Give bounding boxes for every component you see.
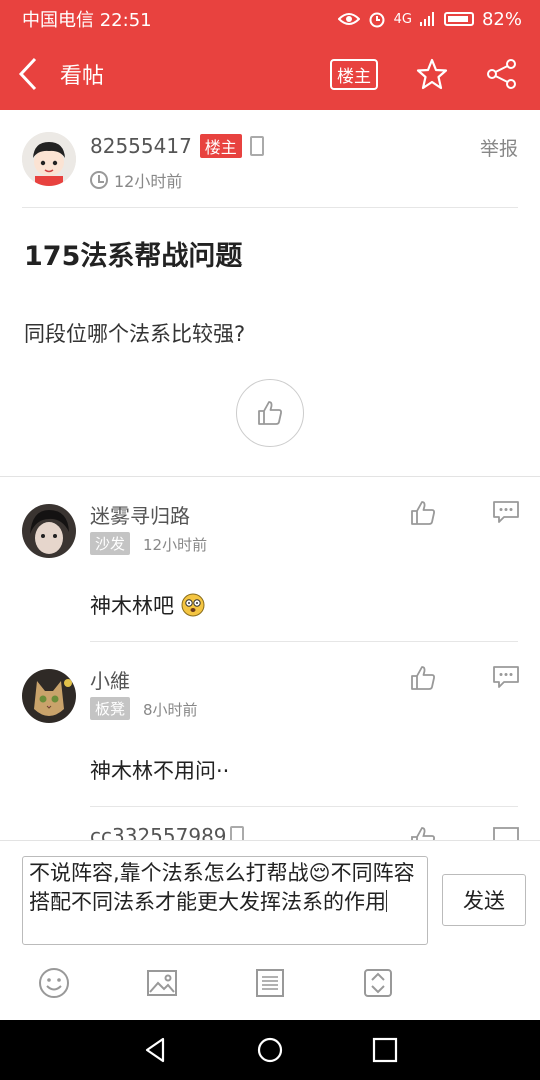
share-button[interactable]: [482, 54, 522, 94]
reply-like-button[interactable]: [410, 665, 436, 695]
author-avatar[interactable]: [22, 132, 76, 186]
post-time: 12小时前: [114, 172, 183, 191]
status-bar: 中国电信 22:51 4G 82%: [0, 0, 540, 38]
app-bar: 看帖 楼主: [0, 38, 540, 110]
clock-icon: [90, 171, 108, 189]
reply-avatar[interactable]: [22, 669, 76, 723]
emoji-icon[interactable]: [38, 967, 70, 999]
chevron-left-icon: [18, 57, 37, 91]
comment-icon: [493, 501, 519, 523]
post-title: 175法系帮战问题: [24, 241, 243, 272]
divider: [90, 641, 518, 642]
report-link[interactable]: 举报: [480, 134, 518, 161]
reply-item-partial: cc332557989: [0, 820, 540, 840]
list-icon[interactable]: [254, 967, 286, 999]
divider: [90, 806, 518, 807]
comment-icon: [493, 827, 519, 840]
signal-icon: [419, 12, 434, 26]
favorite-button[interactable]: [412, 54, 452, 94]
battery-icon: [443, 12, 474, 26]
nav-back-icon[interactable]: [141, 1036, 169, 1064]
battery-percent: 82%: [481, 8, 522, 30]
nav-recents-icon[interactable]: [371, 1036, 399, 1064]
page-title: 看帖: [60, 64, 105, 89]
eye-icon: [337, 13, 360, 25]
thumb-up-icon: [258, 401, 282, 425]
post-like-button[interactable]: [236, 379, 304, 447]
nav-home-icon[interactable]: [256, 1036, 284, 1064]
floor-badge: 板凳: [90, 697, 131, 720]
thumb-up-icon: [411, 501, 435, 525]
expand-icon[interactable]: [362, 967, 394, 999]
reply-like-button[interactable]: [410, 500, 436, 530]
reply-composer: 不说阵容,靠个法系怎么打帮战😌不同阵容搭配不同法系才能更大发挥法系的作用 发送: [0, 840, 540, 1020]
network-type: 4G: [393, 11, 412, 27]
composer-toolbar: [0, 961, 540, 1005]
reply-author[interactable]: 小維: [90, 665, 130, 694]
alarm-icon: [369, 12, 385, 28]
reply-comment-button[interactable]: [492, 665, 520, 693]
send-button[interactable]: 发送: [442, 874, 526, 926]
star-icon: [416, 58, 448, 90]
phone-icon: [230, 826, 244, 840]
owner-badge: 楼主: [199, 134, 242, 158]
reply-author[interactable]: cc332557989: [90, 824, 227, 840]
share-icon: [487, 59, 516, 89]
reply-time: 12小时前: [143, 536, 208, 554]
reply-input[interactable]: 不说阵容,靠个法系怎么打帮战😌不同阵容搭配不同法系才能更大发挥法系的作用: [22, 856, 428, 945]
reply-comment-button[interactable]: [492, 500, 520, 528]
reply-time: 8小时前: [143, 701, 198, 719]
reply-author[interactable]: 迷雾寻归路: [90, 500, 190, 529]
image-icon[interactable]: [146, 967, 178, 999]
author-name[interactable]: 82555417: [90, 134, 192, 158]
dizzy-emoji-icon: [181, 593, 205, 617]
back-button[interactable]: [0, 38, 56, 110]
text-cursor: [386, 890, 387, 912]
reply-content: 神木林不用问··: [90, 759, 230, 783]
owner-only-button[interactable]: 楼主: [330, 58, 378, 90]
divider: [0, 476, 540, 477]
reply-avatar[interactable]: [22, 504, 76, 558]
reply-content: 神木林吧: [90, 590, 205, 620]
phone-icon: [249, 136, 264, 156]
floor-badge: 沙发: [90, 532, 131, 555]
thumb-up-icon: [411, 666, 435, 690]
post-body: 同段位哪个法系比较强?: [24, 322, 246, 346]
system-nav-bar: [0, 1020, 540, 1080]
thumb-up-icon: [411, 827, 435, 840]
comment-icon: [493, 666, 519, 688]
post-header: 82555417 楼主 12小时前 举报: [22, 130, 518, 208]
carrier-time: 中国电信 22:51: [22, 10, 152, 31]
